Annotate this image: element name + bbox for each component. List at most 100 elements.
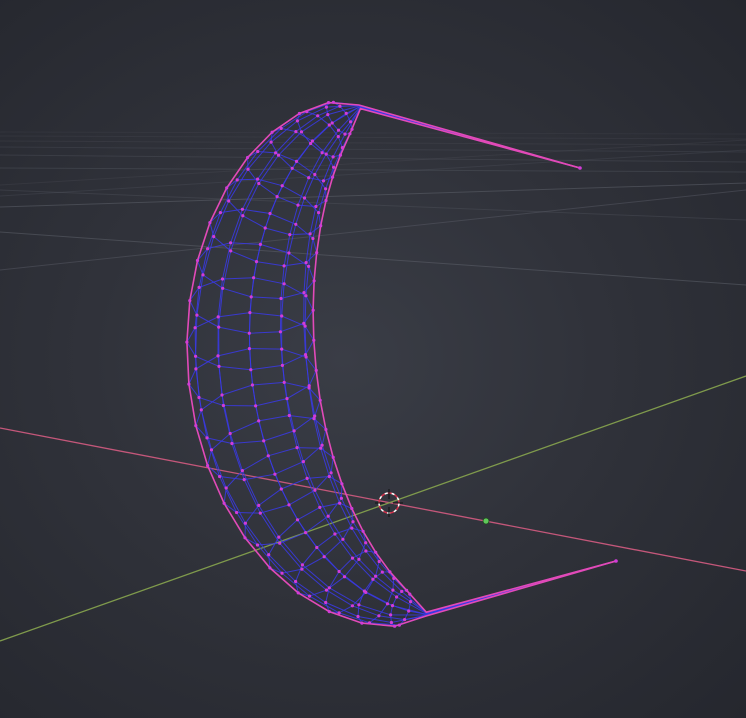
- mesh-vertex: [389, 613, 393, 617]
- mesh-vertex: [235, 178, 239, 182]
- mesh-vertex: [308, 232, 312, 236]
- mesh-vertex: [304, 531, 308, 535]
- mesh-edge-ring: [223, 447, 334, 514]
- mesh-vertex: [326, 113, 330, 117]
- mesh-vertex: [225, 186, 229, 190]
- mesh-vertex: [357, 603, 361, 607]
- mesh-edge-loop: [248, 105, 617, 615]
- mesh-seam-edge: [312, 107, 617, 614]
- mesh-vertex: [331, 175, 335, 179]
- mesh-vertex: [221, 286, 225, 290]
- mesh-vertex: [315, 251, 319, 255]
- y-axis-line: [0, 375, 746, 642]
- mesh-vertex: [280, 347, 284, 351]
- 3d-viewport[interactable]: [0, 0, 746, 718]
- mesh-vertex: [288, 233, 292, 237]
- mesh-vertex: [324, 198, 328, 203]
- mesh-vertex: [276, 153, 281, 157]
- mesh-vertex: [247, 347, 251, 351]
- mesh-vertex: [242, 478, 246, 482]
- grid-line: [0, 131, 746, 135]
- mesh-vertex: [338, 104, 342, 108]
- mesh-vertex: [275, 195, 279, 199]
- mesh-vertex: [205, 436, 209, 440]
- mesh-vertex: [206, 247, 210, 251]
- mesh-edge-ring: [188, 348, 317, 407]
- mesh-vertex: [195, 313, 199, 317]
- mesh-vertex: [280, 363, 284, 367]
- mesh-vertex: [262, 439, 266, 443]
- mesh-vertex: [311, 308, 315, 312]
- mesh-vertex: [388, 570, 392, 574]
- mesh-vertex: [326, 514, 330, 518]
- mesh-vertex: [348, 132, 352, 136]
- mesh-vertex: [327, 474, 331, 479]
- mesh-edge-ring: [189, 277, 314, 334]
- mesh-vertex: [197, 395, 201, 400]
- mesh-vertex: [349, 120, 353, 124]
- mesh-vertex: [338, 153, 343, 157]
- mesh-edge-loop: [281, 106, 617, 614]
- mesh-vertex: [258, 511, 262, 515]
- mesh-vertex: [218, 474, 222, 479]
- x-axis-line: [0, 427, 746, 572]
- mesh-vertex: [407, 609, 411, 613]
- mesh-vertex: [311, 236, 315, 241]
- mesh-vertex: [295, 119, 299, 123]
- grid-line: [0, 154, 746, 163]
- mesh-vertex: [268, 566, 272, 570]
- mesh-vertex: [274, 151, 278, 155]
- mesh-vertex: [322, 555, 326, 559]
- mesh-vertex: [312, 417, 316, 421]
- mesh-vertex: [305, 476, 309, 480]
- viewport-canvas[interactable]: [0, 0, 746, 718]
- mesh-vertex: [221, 403, 225, 408]
- mesh-vertex: [304, 261, 308, 265]
- mesh-vertex: [341, 537, 345, 541]
- mesh-vertex: [340, 482, 344, 486]
- mesh-vertex: [279, 296, 283, 301]
- mesh-vertex: [209, 448, 214, 452]
- mesh-vertex: [397, 623, 401, 627]
- mesh-vertex: [313, 488, 317, 492]
- mesh-vertex: [327, 586, 331, 590]
- mesh-vertex: [361, 529, 365, 533]
- mesh-vertex: [350, 526, 354, 530]
- mesh-vertex: [220, 393, 224, 397]
- mesh-vertex: [294, 130, 298, 134]
- mesh-vertex: [400, 589, 404, 594]
- crescent-mesh[interactable]: [185, 100, 618, 628]
- mesh-vertex: [195, 258, 200, 263]
- mesh-vertex: [243, 521, 247, 525]
- mesh-vertex: [304, 294, 308, 298]
- mesh-vertex: [252, 276, 256, 280]
- mesh-vertex: [329, 471, 333, 475]
- origin-point-icon[interactable]: [482, 517, 490, 525]
- grid-line: [0, 140, 746, 146]
- mesh-vertex: [273, 472, 277, 476]
- mesh-vertex: [302, 196, 307, 200]
- mesh-vertex: [367, 621, 372, 625]
- mesh-vertex: [391, 588, 395, 592]
- mesh-vertex: [187, 382, 191, 386]
- mesh-vertex: [240, 469, 244, 473]
- mesh-vertex: [302, 291, 306, 295]
- mesh-vertex: [408, 592, 412, 596]
- mesh-vertex: [258, 242, 262, 246]
- mesh-vertex: [364, 541, 368, 545]
- mesh-vertex: [320, 151, 324, 155]
- mesh-vertex: [300, 567, 304, 571]
- mesh-vertex: [256, 177, 260, 181]
- mesh-vertex: [350, 604, 354, 608]
- mesh-vertex: [337, 611, 341, 615]
- mesh-vertex: [364, 549, 368, 553]
- mesh-vertex: [228, 431, 232, 436]
- mesh-vertex: [224, 486, 228, 490]
- mesh-vertex: [188, 299, 192, 303]
- mesh-vertex: [339, 496, 343, 500]
- mesh-vertex: [250, 383, 254, 387]
- mesh-vertex: [201, 273, 205, 277]
- mesh-vertex: [324, 427, 328, 432]
- mesh-vertex: [294, 222, 298, 226]
- mesh-vertex: [212, 235, 216, 239]
